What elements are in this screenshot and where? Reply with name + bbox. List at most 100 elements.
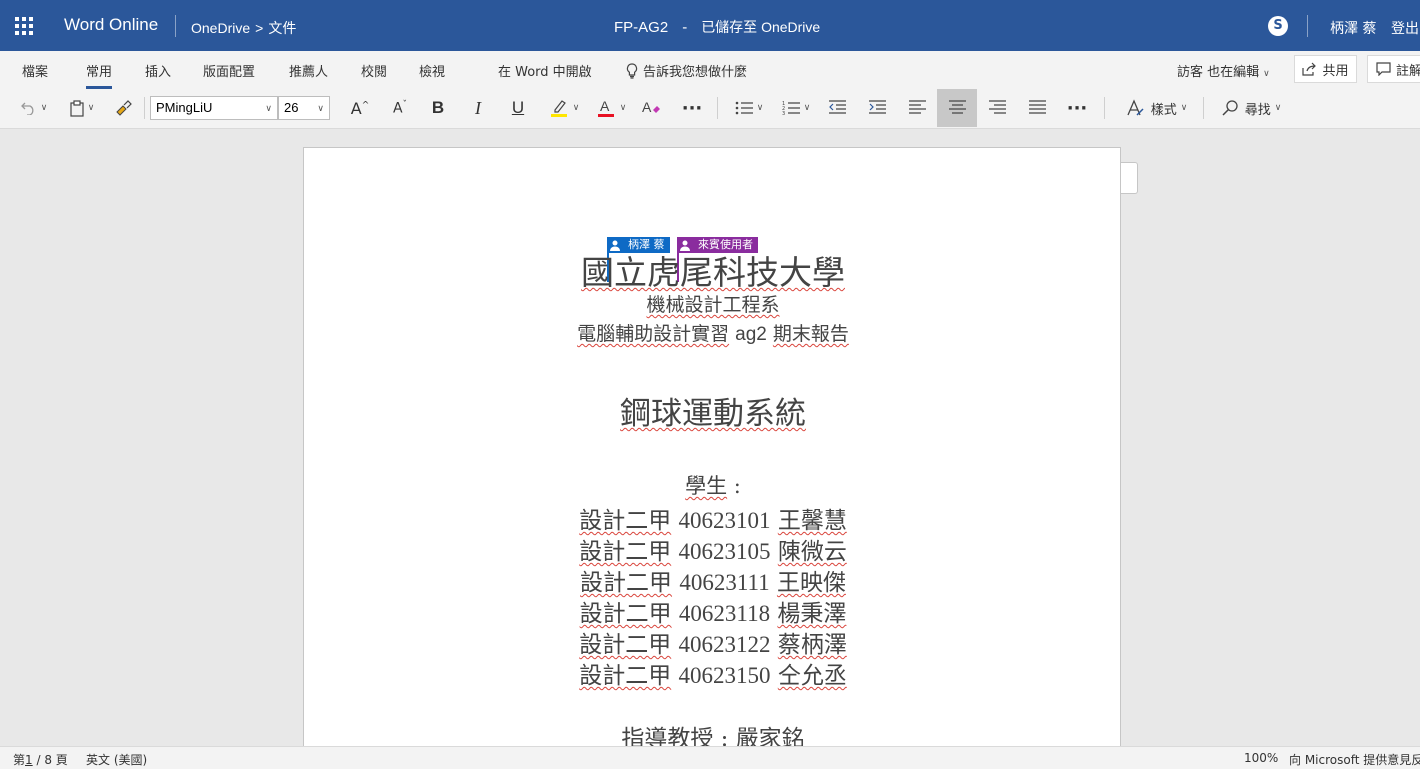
grow-font-icon: A^ [350, 98, 370, 118]
toolbar-divider [717, 97, 718, 119]
font-color-button[interactable]: A ∨ [590, 89, 632, 127]
tab-insert[interactable]: 插入 [145, 61, 171, 80]
department-name: 機械設計工程系 [646, 294, 780, 316]
ribbon-tabs: 檔案 常用 插入 版面配置 推薦人 校閱 檢視 在 Word 中開啟 告訴我您想… [0, 51, 1420, 89]
open-in-word-button[interactable]: 在 Word 中開啟 [498, 61, 592, 80]
tab-references[interactable]: 推薦人 [289, 61, 328, 80]
clear-formatting-button[interactable]: A [636, 89, 666, 127]
outdent-icon [829, 100, 846, 114]
find-label: 尋找 [1244, 102, 1271, 118]
bullet-list-icon [735, 101, 753, 115]
tab-view[interactable]: 檢視 [419, 61, 445, 80]
zoom-level[interactable]: 100% [1244, 751, 1278, 765]
tab-home[interactable]: 常用 [86, 61, 113, 89]
underline-button[interactable]: U [503, 89, 533, 127]
tab-review[interactable]: 校閱 [361, 61, 387, 80]
justify-button[interactable] [1022, 89, 1052, 127]
student-row: 設計二甲 40623105 陳微云 [579, 539, 847, 565]
toolbar-divider [144, 97, 145, 119]
align-center-icon [949, 100, 966, 114]
sign-out-link[interactable]: 登出 [1391, 18, 1419, 38]
svg-text:3: 3 [782, 111, 785, 116]
user-name[interactable]: 柄澤 蔡 [1330, 18, 1376, 38]
bold-button[interactable]: B [423, 89, 453, 127]
breadcrumb-separator: > [255, 20, 264, 36]
share-button[interactable]: 共用 [1294, 55, 1357, 83]
tell-me-label: 告訴我您想做什麼 [643, 65, 748, 80]
clear-format-icon: A [642, 99, 660, 115]
indent-icon [869, 100, 886, 114]
align-right-button[interactable] [982, 89, 1012, 127]
toolbar-divider [1104, 97, 1105, 119]
grow-font-button[interactable]: A^ [345, 89, 375, 127]
coauthor-indicator[interactable]: 訪客 也在編輯 ∨ [1177, 61, 1270, 80]
header-divider [175, 15, 176, 37]
page-side-tab[interactable] [1120, 162, 1138, 194]
tab-layout[interactable]: 版面配置 [203, 61, 255, 80]
undo-button[interactable]: ∨ [14, 89, 54, 127]
justify-icon [1029, 100, 1046, 114]
language-indicator[interactable]: 英文 (美國) [86, 751, 147, 768]
more-font-options-button[interactable]: ··· [676, 89, 708, 127]
find-button[interactable]: 尋找 ∨ [1210, 89, 1292, 127]
project-title: 鋼球運動系統 [620, 396, 806, 432]
lightbulb-icon [626, 62, 638, 79]
app-name-link[interactable]: Word Online [64, 15, 158, 35]
increase-indent-button[interactable] [862, 89, 892, 127]
font-color-icon: A [597, 98, 614, 117]
waffle-icon [15, 16, 33, 35]
tab-file[interactable]: 檔案 [22, 61, 48, 80]
course-line: 電腦輔助設計實習 ag2 期末報告 [577, 323, 849, 345]
status-bar: 第1 / 8 頁 英文 (美國) 100% 向 Microsoft 提供意見反應 [0, 746, 1420, 769]
title-separator: - [682, 18, 688, 36]
comments-label: 註解 [1396, 63, 1420, 79]
document-canvas[interactable]: 柄澤 蔡 來賓使用者 國立虎尾科技大學 機械設計工程系 電腦輔助設計實習 ag2… [0, 129, 1420, 746]
breadcrumb-documents[interactable]: 文件 [268, 18, 296, 38]
font-size-dropdown[interactable]: 26 ∨ [278, 96, 330, 120]
italic-button[interactable]: I [463, 89, 493, 127]
home-toolbar: ∨ ∨ PMingLiU ∨ 26 ∨ A^ Aˇ B I U ∨ A ∨ A ···… [0, 89, 1420, 129]
document-title-area: FP-AG2 - 已儲存至 OneDrive [614, 17, 820, 37]
toolbar-divider [1203, 97, 1204, 119]
align-right-icon [989, 100, 1006, 114]
students-heading: 學生 : [685, 474, 741, 498]
align-center-button[interactable] [937, 89, 977, 127]
align-left-icon [909, 100, 926, 114]
format-painter-button[interactable] [108, 89, 138, 127]
student-row: 設計二甲 40623111 王映傑 [580, 570, 846, 596]
document-name[interactable]: FP-AG2 [614, 19, 668, 36]
skype-icon[interactable]: S [1268, 16, 1288, 36]
highlight-button[interactable]: ∨ [543, 89, 585, 127]
styles-label: 樣式 [1150, 102, 1177, 118]
bullets-button[interactable]: ∨ [728, 89, 770, 127]
decrease-indent-button[interactable] [822, 89, 852, 127]
share-icon [1302, 62, 1317, 76]
search-icon [1222, 100, 1238, 116]
shrink-font-button[interactable]: Aˇ [385, 89, 415, 127]
student-row: 設計二甲 40623150 仝允丞 [579, 663, 847, 689]
undo-icon [20, 102, 34, 115]
page-count[interactable]: 第1 / 8 頁 [13, 751, 68, 768]
clipboard-icon [70, 99, 84, 117]
styles-button[interactable]: 樣式 ∨ [1116, 89, 1196, 127]
advisor-line: 指導教授 : 嚴家銘 [621, 726, 805, 746]
university-name: 國立虎尾科技大學 [581, 253, 845, 292]
more-paragraph-options-button[interactable]: ··· [1061, 89, 1093, 127]
paste-button[interactable]: ∨ [62, 89, 102, 127]
tell-me-box[interactable]: 告訴我您想做什麼 [626, 61, 747, 80]
styles-icon [1127, 99, 1144, 116]
align-left-button[interactable] [902, 89, 932, 127]
breadcrumb-onedrive[interactable]: OneDrive [191, 20, 250, 36]
comments-button[interactable]: 註解 [1367, 55, 1420, 83]
feedback-link[interactable]: 向 Microsoft 提供意見反應 [1289, 751, 1420, 768]
highlighter-icon [550, 100, 567, 117]
student-row: 設計二甲 40623101 王馨慧 [579, 508, 847, 534]
ribbon: 檔案 常用 插入 版面配置 推薦人 校閱 檢視 在 Word 中開啟 告訴我您想… [0, 51, 1420, 129]
app-launcher-button[interactable] [0, 0, 48, 51]
student-row: 設計二甲 40623122 蔡柄澤 [579, 632, 847, 658]
share-label: 共用 [1322, 63, 1349, 79]
numbering-button[interactable]: 1 2 3 ∨ [775, 89, 817, 127]
document-page[interactable]: 柄澤 蔡 來賓使用者 國立虎尾科技大學 機械設計工程系 電腦輔助設計實習 ag2… [303, 147, 1121, 746]
font-name-dropdown[interactable]: PMingLiU ∨ [150, 96, 278, 120]
student-row: 設計二甲 40623118 楊秉澤 [579, 601, 847, 627]
